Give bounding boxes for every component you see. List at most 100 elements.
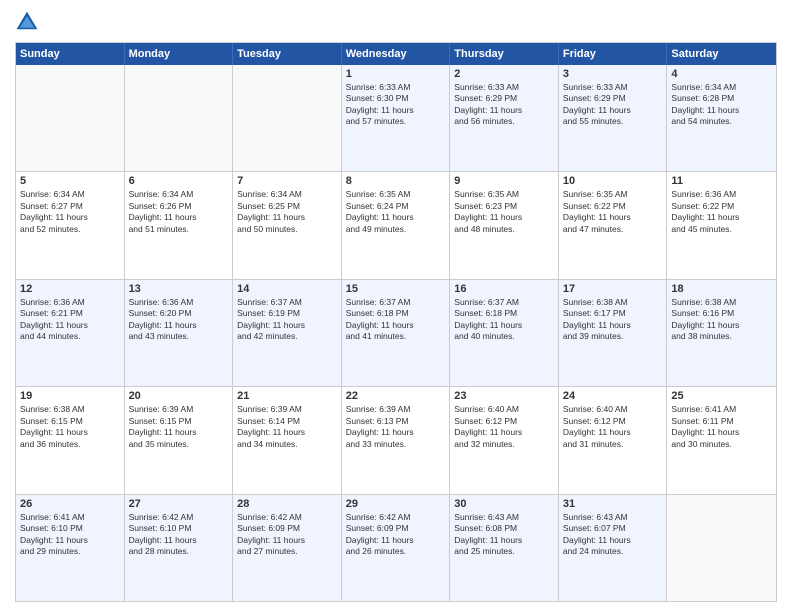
- cell-sun-info: Sunrise: 6:42 AM Sunset: 6:10 PM Dayligh…: [129, 512, 229, 558]
- day-number: 4: [671, 68, 772, 80]
- day-number: 13: [129, 283, 229, 295]
- day-number: 17: [563, 283, 663, 295]
- weekday-header: Monday: [125, 43, 234, 65]
- calendar-cell: 14 Sunrise: 6:37 AM Sunset: 6:19 PM Dayli…: [233, 280, 342, 386]
- day-number: 25: [671, 390, 772, 402]
- cell-sun-info: Sunrise: 6:34 AM Sunset: 6:27 PM Dayligh…: [20, 189, 120, 235]
- cell-sun-info: Sunrise: 6:41 AM Sunset: 6:10 PM Dayligh…: [20, 512, 120, 558]
- calendar-cell: 4 Sunrise: 6:34 AM Sunset: 6:28 PM Daylig…: [667, 65, 776, 171]
- cell-sun-info: Sunrise: 6:38 AM Sunset: 6:17 PM Dayligh…: [563, 297, 663, 343]
- logo-icon: [15, 10, 39, 34]
- cell-sun-info: Sunrise: 6:41 AM Sunset: 6:11 PM Dayligh…: [671, 404, 772, 450]
- day-number: 20: [129, 390, 229, 402]
- page: SundayMondayTuesdayWednesdayThursdayFrid…: [0, 0, 792, 612]
- calendar-cell: 13 Sunrise: 6:36 AM Sunset: 6:20 PM Dayli…: [125, 280, 234, 386]
- calendar-cell: 9 Sunrise: 6:35 AM Sunset: 6:23 PM Daylig…: [450, 172, 559, 278]
- day-number: 5: [20, 175, 120, 187]
- day-number: 21: [237, 390, 337, 402]
- day-number: 24: [563, 390, 663, 402]
- cell-sun-info: Sunrise: 6:33 AM Sunset: 6:30 PM Dayligh…: [346, 82, 446, 128]
- calendar-cell: [16, 65, 125, 171]
- calendar-cell: 25 Sunrise: 6:41 AM Sunset: 6:11 PM Dayli…: [667, 387, 776, 493]
- calendar-row: 1Sunrise: 6:33 AM Sunset: 6:30 PM Daylig…: [16, 65, 776, 171]
- cell-sun-info: Sunrise: 6:34 AM Sunset: 6:26 PM Dayligh…: [129, 189, 229, 235]
- cell-sun-info: Sunrise: 6:35 AM Sunset: 6:23 PM Dayligh…: [454, 189, 554, 235]
- day-number: 27: [129, 498, 229, 510]
- logo: [15, 10, 43, 34]
- calendar-cell: 22 Sunrise: 6:39 AM Sunset: 6:13 PM Dayli…: [342, 387, 451, 493]
- calendar-cell: 11 Sunrise: 6:36 AM Sunset: 6:22 PM Dayli…: [667, 172, 776, 278]
- cell-sun-info: Sunrise: 6:37 AM Sunset: 6:18 PM Dayligh…: [454, 297, 554, 343]
- weekday-header: Wednesday: [342, 43, 451, 65]
- calendar-cell: 16 Sunrise: 6:37 AM Sunset: 6:18 PM Dayli…: [450, 280, 559, 386]
- day-number: 19: [20, 390, 120, 402]
- day-number: 18: [671, 283, 772, 295]
- calendar-cell: 31Sunrise: 6:43 AM Sunset: 6:07 PM Dayli…: [559, 495, 668, 601]
- day-number: 14: [237, 283, 337, 295]
- calendar-cell: [667, 495, 776, 601]
- calendar-row: 26 Sunrise: 6:41 AM Sunset: 6:10 PM Dayli…: [16, 494, 776, 601]
- day-number: 28: [237, 498, 337, 510]
- calendar-row: 19 Sunrise: 6:38 AM Sunset: 6:15 PM Dayli…: [16, 386, 776, 493]
- day-number: 15: [346, 283, 446, 295]
- calendar-cell: 30 Sunrise: 6:43 AM Sunset: 6:08 PM Dayli…: [450, 495, 559, 601]
- day-number: 10: [563, 175, 663, 187]
- day-number: 22: [346, 390, 446, 402]
- weekday-header: Friday: [559, 43, 668, 65]
- day-number: 12: [20, 283, 120, 295]
- day-number: 11: [671, 175, 772, 187]
- calendar-cell: 27 Sunrise: 6:42 AM Sunset: 6:10 PM Dayli…: [125, 495, 234, 601]
- calendar-cell: 20 Sunrise: 6:39 AM Sunset: 6:15 PM Dayli…: [125, 387, 234, 493]
- calendar-cell: 24Sunrise: 6:40 AM Sunset: 6:12 PM Dayli…: [559, 387, 668, 493]
- cell-sun-info: Sunrise: 6:40 AM Sunset: 6:12 PM Dayligh…: [454, 404, 554, 450]
- calendar-cell: 1Sunrise: 6:33 AM Sunset: 6:30 PM Daylig…: [342, 65, 451, 171]
- weekday-header: Sunday: [16, 43, 125, 65]
- calendar-cell: 3 Sunrise: 6:33 AM Sunset: 6:29 PM Daylig…: [559, 65, 668, 171]
- cell-sun-info: Sunrise: 6:35 AM Sunset: 6:22 PM Dayligh…: [563, 189, 663, 235]
- calendar-cell: 18 Sunrise: 6:38 AM Sunset: 6:16 PM Dayli…: [667, 280, 776, 386]
- cell-sun-info: Sunrise: 6:34 AM Sunset: 6:25 PM Dayligh…: [237, 189, 337, 235]
- day-number: 26: [20, 498, 120, 510]
- calendar-cell: 7 Sunrise: 6:34 AM Sunset: 6:25 PM Daylig…: [233, 172, 342, 278]
- cell-sun-info: Sunrise: 6:39 AM Sunset: 6:14 PM Dayligh…: [237, 404, 337, 450]
- cell-sun-info: Sunrise: 6:43 AM Sunset: 6:07 PM Dayligh…: [563, 512, 663, 558]
- calendar-cell: 6 Sunrise: 6:34 AM Sunset: 6:26 PM Daylig…: [125, 172, 234, 278]
- calendar-cell: 15 Sunrise: 6:37 AM Sunset: 6:18 PM Dayli…: [342, 280, 451, 386]
- day-number: 9: [454, 175, 554, 187]
- weekday-header: Thursday: [450, 43, 559, 65]
- calendar: SundayMondayTuesdayWednesdayThursdayFrid…: [15, 42, 777, 602]
- calendar-cell: 8 Sunrise: 6:35 AM Sunset: 6:24 PM Daylig…: [342, 172, 451, 278]
- calendar-cell: 17 Sunrise: 6:38 AM Sunset: 6:17 PM Dayli…: [559, 280, 668, 386]
- cell-sun-info: Sunrise: 6:37 AM Sunset: 6:19 PM Dayligh…: [237, 297, 337, 343]
- cell-sun-info: Sunrise: 6:39 AM Sunset: 6:13 PM Dayligh…: [346, 404, 446, 450]
- cell-sun-info: Sunrise: 6:39 AM Sunset: 6:15 PM Dayligh…: [129, 404, 229, 450]
- cell-sun-info: Sunrise: 6:36 AM Sunset: 6:22 PM Dayligh…: [671, 189, 772, 235]
- cell-sun-info: Sunrise: 6:43 AM Sunset: 6:08 PM Dayligh…: [454, 512, 554, 558]
- weekday-header: Saturday: [667, 43, 776, 65]
- day-number: 2: [454, 68, 554, 80]
- cell-sun-info: Sunrise: 6:42 AM Sunset: 6:09 PM Dayligh…: [346, 512, 446, 558]
- cell-sun-info: Sunrise: 6:36 AM Sunset: 6:21 PM Dayligh…: [20, 297, 120, 343]
- cell-sun-info: Sunrise: 6:33 AM Sunset: 6:29 PM Dayligh…: [563, 82, 663, 128]
- day-number: 6: [129, 175, 229, 187]
- cell-sun-info: Sunrise: 6:37 AM Sunset: 6:18 PM Dayligh…: [346, 297, 446, 343]
- calendar-cell: 26 Sunrise: 6:41 AM Sunset: 6:10 PM Dayli…: [16, 495, 125, 601]
- day-number: 7: [237, 175, 337, 187]
- calendar-cell: 19 Sunrise: 6:38 AM Sunset: 6:15 PM Dayli…: [16, 387, 125, 493]
- day-number: 16: [454, 283, 554, 295]
- calendar-row: 5 Sunrise: 6:34 AM Sunset: 6:27 PM Daylig…: [16, 171, 776, 278]
- calendar-cell: 29Sunrise: 6:42 AM Sunset: 6:09 PM Dayli…: [342, 495, 451, 601]
- calendar-cell: 21 Sunrise: 6:39 AM Sunset: 6:14 PM Dayli…: [233, 387, 342, 493]
- cell-sun-info: Sunrise: 6:35 AM Sunset: 6:24 PM Dayligh…: [346, 189, 446, 235]
- day-number: 3: [563, 68, 663, 80]
- cell-sun-info: Sunrise: 6:38 AM Sunset: 6:15 PM Dayligh…: [20, 404, 120, 450]
- cell-sun-info: Sunrise: 6:34 AM Sunset: 6:28 PM Dayligh…: [671, 82, 772, 128]
- day-number: 8: [346, 175, 446, 187]
- cell-sun-info: Sunrise: 6:33 AM Sunset: 6:29 PM Dayligh…: [454, 82, 554, 128]
- calendar-cell: [233, 65, 342, 171]
- calendar-cell: 10 Sunrise: 6:35 AM Sunset: 6:22 PM Dayli…: [559, 172, 668, 278]
- cell-sun-info: Sunrise: 6:36 AM Sunset: 6:20 PM Dayligh…: [129, 297, 229, 343]
- calendar-cell: 23Sunrise: 6:40 AM Sunset: 6:12 PM Dayli…: [450, 387, 559, 493]
- cell-sun-info: Sunrise: 6:38 AM Sunset: 6:16 PM Dayligh…: [671, 297, 772, 343]
- day-number: 30: [454, 498, 554, 510]
